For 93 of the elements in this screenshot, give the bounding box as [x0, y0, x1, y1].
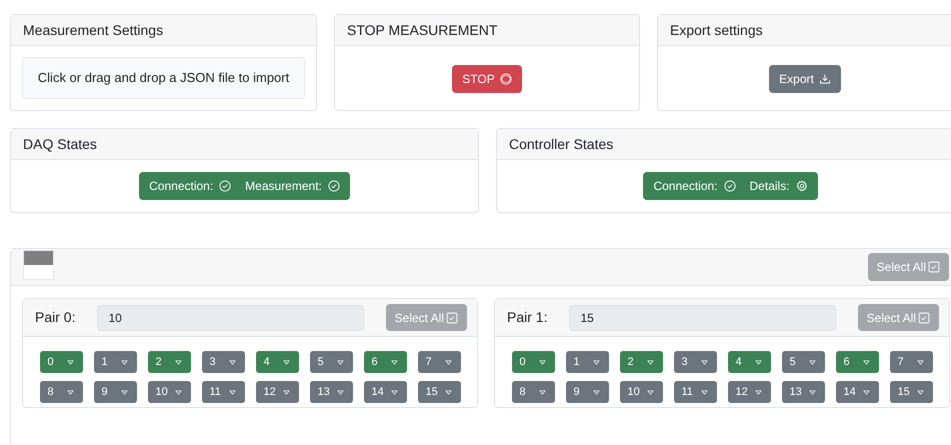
channel-button[interactable]: 5 [310, 351, 352, 373]
toggle-switch[interactable] [23, 250, 54, 280]
select-all-button[interactable]: Select All [386, 304, 467, 331]
caret-icon [282, 358, 290, 366]
card-title: Measurement Settings [23, 20, 164, 40]
select-all-button[interactable]: Select All [858, 304, 939, 331]
channel-button[interactable]: 12 [728, 381, 770, 403]
channel-button[interactable]: 3 [202, 351, 244, 373]
channel-button[interactable]: 9 [94, 381, 136, 403]
caret-icon [592, 358, 600, 366]
card-title: STOP MEASUREMENT [347, 20, 498, 40]
caret-icon [228, 358, 236, 366]
channel-button[interactable]: 2 [148, 351, 190, 373]
caret-icon [282, 388, 290, 396]
file-dropzone[interactable]: Click or drag and drop a JSON file to import [22, 57, 305, 99]
channel-button[interactable]: 2 [620, 351, 662, 373]
caret-icon [66, 358, 74, 366]
channel-button[interactable]: 7 [890, 351, 932, 373]
caret-icon [700, 358, 708, 366]
check-circle-icon [724, 180, 736, 192]
caret-icon [646, 358, 654, 366]
caret-icon [862, 388, 870, 396]
caret-icon [390, 388, 398, 396]
caret-icon [174, 358, 182, 366]
channel-button[interactable]: 15 [418, 381, 460, 403]
status-label: Details: [750, 178, 790, 195]
channel-button[interactable]: 10 [620, 381, 662, 403]
caret-icon [444, 388, 452, 396]
check-circle-icon [219, 180, 232, 192]
channel-button[interactable]: 4 [728, 351, 770, 373]
select-all-button[interactable]: Select All [868, 253, 949, 281]
caret-icon [120, 388, 128, 396]
caret-icon [916, 388, 924, 396]
card-title: Controller States [509, 134, 614, 154]
caret-icon [916, 358, 924, 366]
pair-label: Pair 0: [35, 308, 76, 327]
caret-icon [646, 388, 654, 396]
caret-icon [700, 388, 708, 396]
caret-icon [538, 358, 546, 366]
check-circle-icon [328, 180, 340, 192]
pair-input[interactable]: 10 [97, 304, 364, 330]
caret-icon [808, 388, 816, 396]
caret-icon [592, 388, 600, 396]
checkbox-icon [918, 312, 930, 324]
channel-button[interactable]: 6 [364, 351, 406, 373]
pair-label: Pair 1: [507, 308, 548, 327]
channel-button[interactable]: 7 [418, 351, 460, 373]
caret-icon [754, 388, 762, 396]
channel-button[interactable]: 13 [782, 381, 824, 403]
caret-icon [336, 358, 344, 366]
gear-icon [796, 180, 808, 192]
channel-button[interactable]: 13 [310, 381, 352, 403]
caret-icon [538, 388, 546, 396]
pair-input[interactable]: 15 [569, 304, 836, 330]
checkbox-icon [446, 312, 458, 324]
caret-icon [120, 358, 128, 366]
stop-button[interactable]: STOP [452, 65, 522, 93]
channel-button[interactable]: 1 [566, 351, 608, 373]
channel-button[interactable]: 8 [512, 381, 554, 403]
channel-button[interactable]: 4 [256, 351, 298, 373]
caret-icon [808, 358, 816, 366]
channel-button[interactable]: 11 [202, 381, 244, 403]
channel-button[interactable]: 0 [512, 351, 554, 373]
channel-button[interactable]: 1 [94, 351, 136, 373]
caret-icon [862, 358, 870, 366]
card-title: DAQ States [23, 134, 97, 154]
status-label: Connection: [653, 178, 718, 195]
card-title: Export settings [670, 20, 763, 40]
channel-button[interactable]: 5 [782, 351, 824, 373]
channel-button[interactable]: 14 [364, 381, 406, 403]
status-label: Measurement: [245, 178, 322, 195]
channel-button[interactable]: 11 [674, 381, 716, 403]
caret-icon [336, 388, 344, 396]
export-button[interactable]: Export [769, 65, 841, 93]
caret-icon [174, 388, 182, 396]
channel-button[interactable]: 10 [148, 381, 190, 403]
caret-icon [754, 358, 762, 366]
caret-icon [390, 358, 398, 366]
status-label: Connection: [149, 178, 214, 195]
channel-button[interactable]: 9 [566, 381, 608, 403]
download-icon [818, 73, 831, 85]
stop-sign-icon [500, 73, 512, 85]
caret-icon [66, 388, 74, 396]
checkbox-icon [928, 261, 940, 273]
channel-button[interactable]: 15 [890, 381, 932, 403]
channel-button[interactable]: 0 [40, 351, 82, 373]
channel-button[interactable]: 14 [836, 381, 878, 403]
channel-button[interactable]: 12 [256, 381, 298, 403]
channel-button[interactable]: 3 [674, 351, 716, 373]
channel-button[interactable]: 6 [836, 351, 878, 373]
channel-button[interactable]: 8 [40, 381, 82, 403]
caret-icon [228, 388, 236, 396]
caret-icon [444, 358, 452, 366]
